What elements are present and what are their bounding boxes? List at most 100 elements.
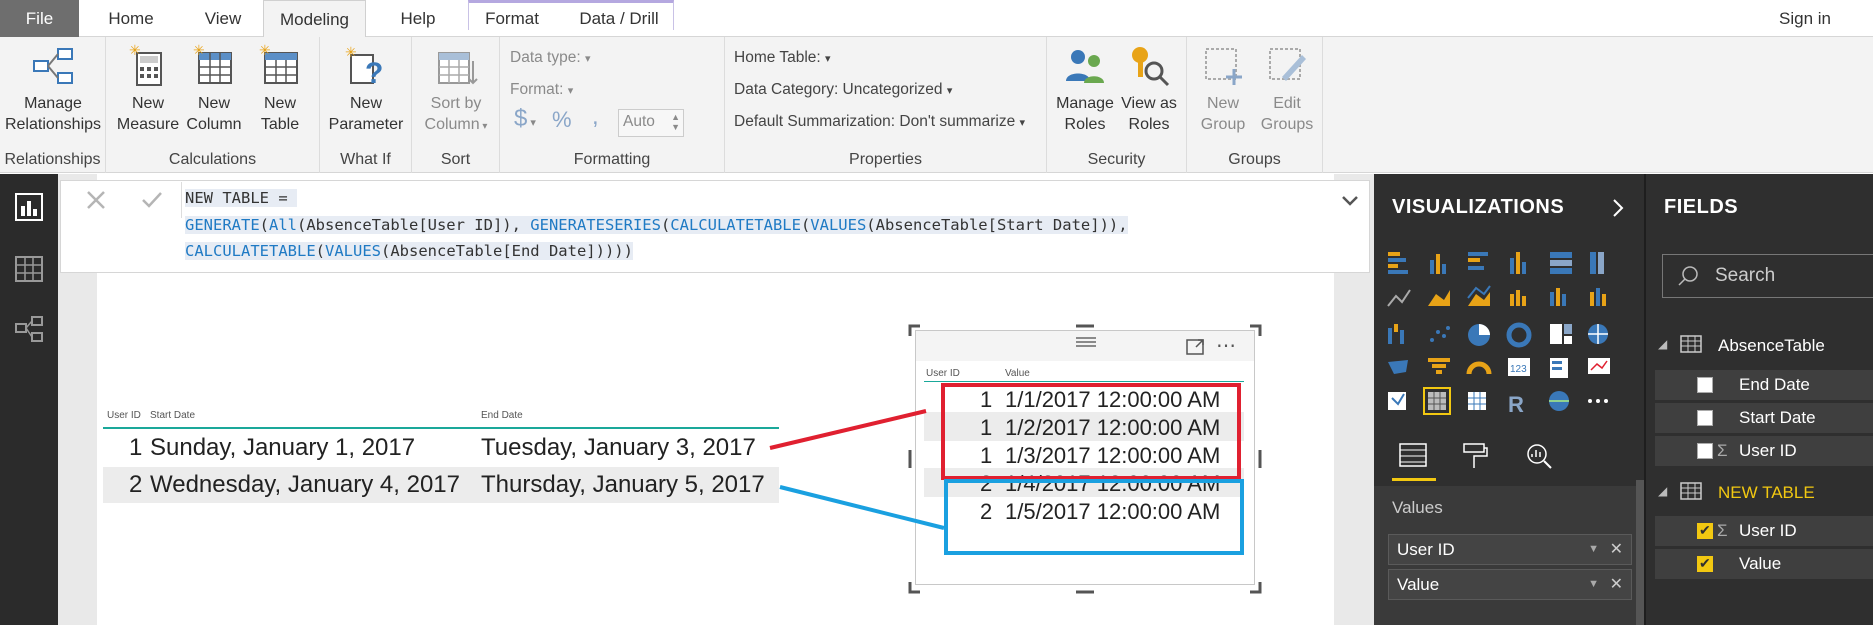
column-header-start-date[interactable]: Start Date [150, 410, 195, 421]
table-cell: 1/5/2017 12:00:00 AM [1005, 499, 1221, 524]
home-table-dropdown[interactable]: Home Table: ▾ [734, 49, 831, 67]
manage-relationships-line1: Manage [24, 95, 82, 112]
column-header-value[interactable]: Value [1005, 368, 1030, 379]
field-table-new-table[interactable]: NEW TABLE [1718, 483, 1815, 503]
drag-handle-icon[interactable] [1074, 335, 1098, 349]
currency-button[interactable]: $ ▾ [514, 105, 536, 133]
field-checkbox[interactable] [1697, 443, 1713, 459]
sign-in-link[interactable]: Sign in [1760, 0, 1850, 37]
group-properties: Home Table: ▾ Data Category: Uncategoriz… [725, 37, 1047, 173]
collapse-triangle-icon[interactable]: ◢ [1658, 337, 1667, 351]
column-header-user-id[interactable]: User ID [107, 410, 141, 421]
report-view-icon[interactable] [14, 192, 44, 222]
tab-modeling[interactable]: Modeling [263, 0, 366, 38]
remove-field-icon[interactable]: ✕ [1610, 535, 1623, 564]
percent-button[interactable]: % [552, 107, 572, 133]
tab-home[interactable]: Home [95, 0, 167, 37]
clustered-bar-chart-icon [1468, 252, 1488, 270]
sort-by-column-line2: Column [424, 116, 480, 133]
visual-type-gallery[interactable]: 123 R [1384, 248, 1634, 428]
gauge-icon [1466, 361, 1492, 375]
active-tab-indicator [1392, 478, 1436, 481]
format-dropdown[interactable]: Format: ▾ [510, 81, 573, 99]
dax-formula-text[interactable]: NEW TABLE = GENERATE(All(AbsenceTable[Us… [185, 185, 1365, 265]
svg-text:?: ? [365, 57, 383, 89]
pie-chart-icon [1468, 324, 1490, 346]
field-value-selected[interactable]: ✔ Value [1655, 549, 1873, 579]
sort-by-column-button[interactable]: Sort by Column ▾ [416, 43, 496, 137]
data-view-icon[interactable] [14, 254, 44, 284]
chevron-down-icon[interactable]: ▼ [1588, 535, 1599, 564]
new-table-button[interactable]: ✳ New Table [248, 43, 312, 135]
card-icon: 123 [1508, 358, 1530, 376]
tab-help[interactable]: Help [383, 0, 453, 37]
group-label-properties: Properties [849, 151, 922, 168]
table-icon [1680, 482, 1702, 500]
more-options-icon[interactable]: ⋯ [1216, 333, 1237, 358]
field-checkbox[interactable] [1697, 377, 1713, 393]
view-as-roles-button[interactable]: View as Roles [1117, 43, 1181, 135]
group-label-relationships: Relationships [4, 151, 101, 168]
expand-formula-chevron-icon[interactable] [1340, 194, 1360, 208]
new-measure-button[interactable]: ✳ New Measure [116, 43, 180, 135]
line-and-column-chart-icon [1510, 290, 1526, 306]
remove-field-icon[interactable]: ✕ [1610, 570, 1623, 599]
chevron-down-icon[interactable]: ▼ [1588, 570, 1599, 599]
values-well-value[interactable]: Value ▼ ✕ [1388, 569, 1632, 600]
commit-check-icon[interactable] [140, 188, 164, 212]
paint-roller-icon[interactable] [1460, 442, 1490, 470]
field-user-id-selected[interactable]: ✔ Σ User ID [1655, 516, 1873, 546]
comma-button[interactable]: , [592, 103, 599, 131]
new-group-button[interactable]: New Group [1191, 43, 1255, 135]
manage-roles-button[interactable]: Manage Roles [1053, 43, 1117, 135]
data-type-dropdown[interactable]: Data type: ▾ [510, 49, 591, 67]
new-column-button[interactable]: ✳ New Column [182, 43, 246, 135]
data-category-dropdown[interactable]: Data Category: Uncategorized ▾ [734, 81, 952, 99]
table-cell: Thursday, January 5, 2017 [481, 471, 765, 498]
new-group-line1: New [1206, 95, 1239, 112]
svg-text:✳: ✳ [129, 43, 141, 58]
new-group-line2: Group [1200, 116, 1246, 133]
decimal-places-input[interactable]: Auto ▲ ▼ [618, 109, 684, 137]
tab-view[interactable]: View [187, 0, 259, 37]
sort-by-column-icon [438, 52, 478, 85]
model-view-icon[interactable] [14, 314, 44, 344]
column-header-end-date[interactable]: End Date [481, 410, 523, 421]
focus-mode-icon[interactable] [1186, 338, 1206, 356]
tab-format[interactable]: Format [477, 0, 547, 37]
new-parameter-button[interactable]: ? ✳ New Parameter [326, 43, 406, 135]
new-table-visual[interactable]: ⋯ User ID Value 1 1/1/2017 12:00:00 AM 1… [915, 330, 1255, 585]
manage-relationships-button[interactable]: Manage Relationships [3, 43, 103, 135]
field-user-id[interactable]: Σ User ID [1655, 436, 1873, 466]
tab-data-drill[interactable]: Data / Drill [570, 0, 668, 37]
manage-roles-line1: Manage [1056, 95, 1114, 112]
area-chart-icon [1428, 290, 1450, 306]
fields-well-icon[interactable] [1398, 442, 1428, 470]
collapse-triangle-icon[interactable]: ◢ [1658, 484, 1667, 498]
collapse-pane-chevron-icon[interactable] [1610, 198, 1626, 218]
formula-commit-controls [64, 182, 182, 218]
absence-table-visual[interactable]: User ID Start Date End Date 1 Sunday, Ja… [103, 402, 783, 505]
cancel-icon[interactable] [84, 188, 108, 212]
edit-groups-button[interactable]: Edit Groups [1255, 43, 1319, 135]
column-header-user-id[interactable]: User ID [926, 368, 960, 379]
analytics-icon[interactable] [1524, 442, 1554, 470]
kpi-icon [1588, 358, 1610, 374]
tab-file[interactable]: File [0, 0, 79, 37]
fields-search-input[interactable]: Search [1662, 254, 1873, 298]
group-label-whatif: What If [340, 151, 391, 168]
default-summarization-dropdown[interactable]: Default Summarization: Don't summarize ▾ [734, 113, 1025, 131]
field-end-date[interactable]: End Date [1655, 370, 1873, 400]
formula-token: VALUES [325, 242, 381, 260]
field-checkbox[interactable] [1697, 410, 1713, 426]
new-measure-line2: Measure [116, 116, 180, 133]
field-start-date[interactable]: Start Date [1655, 403, 1873, 433]
table-cell: 1/3/2017 12:00:00 AM [1005, 443, 1221, 468]
field-table-absencetable[interactable]: AbsenceTable [1718, 336, 1825, 356]
svg-text:123: 123 [1510, 364, 1527, 375]
edit-groups-icon [1269, 48, 1306, 81]
parameter-icon: ?✳ [345, 44, 383, 89]
values-well-user-id[interactable]: User ID ▼ ✕ [1388, 534, 1632, 565]
pane-scrollbar[interactable] [1636, 480, 1644, 625]
100-stacked-bar-chart-icon [1550, 252, 1572, 274]
